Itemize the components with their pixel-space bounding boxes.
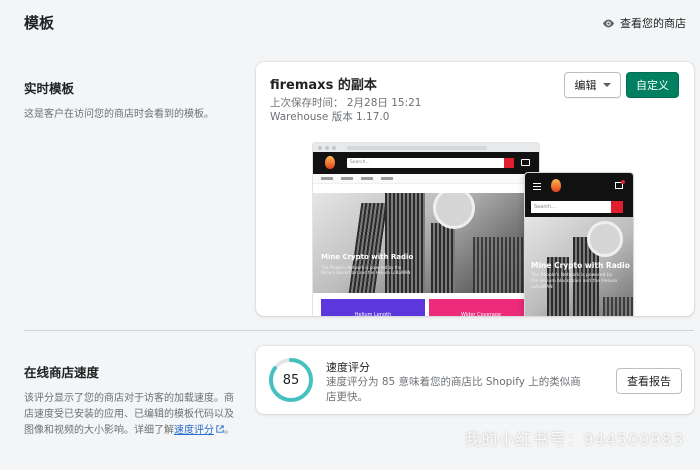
mobile-hero: Mine Crypto with Radio The People's Netw… xyxy=(525,217,633,316)
live-theme-desc: 这是客户在访问您的商店时会看到的模板。 xyxy=(24,109,214,120)
theme-version: Warehouse 版本 1.17.0 xyxy=(270,111,390,123)
page-title: 模板 xyxy=(24,14,55,32)
section-divider xyxy=(24,330,694,331)
edit-button-label: 编辑 xyxy=(574,79,597,92)
desktop-nav xyxy=(313,174,539,184)
view-store-link[interactable]: 查看您的商店 xyxy=(602,15,686,31)
desktop-preview: Search... Mine Crypto with Radio The Peo… xyxy=(312,142,540,316)
speed-score-text: 速度评分为 85 意味着您的商店比 Shopify 上的类似商店更快。 xyxy=(326,376,581,403)
edit-button[interactable]: 编辑 xyxy=(564,72,621,98)
theme-name: firemaxs 的副本 xyxy=(270,78,377,93)
mobile-hero-sub: The People's Network is powered by the H… xyxy=(531,273,618,290)
desktop-hero: Mine Crypto with Radio The People's Netw… xyxy=(313,193,539,293)
mobile-logo-icon xyxy=(551,179,561,192)
view-store-label: 查看您的商店 xyxy=(620,17,686,30)
watermark: 我的小红书号：944500983 xyxy=(464,430,684,449)
menu-icon xyxy=(533,183,541,184)
mobile-search-icon xyxy=(611,201,623,213)
live-theme-card: firemaxs 的副本 上次保存时间： 2月28日 15:21 Warehou… xyxy=(256,62,694,316)
desktop-store-header: Search... xyxy=(313,152,539,174)
desktop-hero-title: Mine Crypto with Radio xyxy=(321,253,414,261)
desktop-search: Search... xyxy=(347,158,507,168)
desktop-tile-1: Helium Length xyxy=(321,299,425,316)
speed-section-title: 在线商店速度 xyxy=(24,365,100,380)
speed-card: 85 速度评分 速度评分为 85 意味着您的商店比 Shopify 上的类似商店… xyxy=(256,346,694,414)
mobile-hero-title: Mine Crypto with Radio xyxy=(531,261,630,270)
speed-score-label: 速度评分 xyxy=(326,361,370,374)
eye-icon xyxy=(602,19,615,27)
desktop-search-icon xyxy=(504,158,514,168)
caret-down-icon xyxy=(602,83,611,87)
cart-icon xyxy=(521,159,530,166)
store-logo-icon xyxy=(325,156,335,169)
mobile-search: Search... xyxy=(531,201,611,213)
theme-last-saved: 上次保存时间： 2月28日 15:21 xyxy=(270,97,422,109)
mobile-preview: Search... Mine Crypto with Radio The Peo… xyxy=(524,172,634,316)
browser-bar xyxy=(313,143,539,152)
external-link-icon xyxy=(216,423,224,439)
customize-button[interactable]: 自定义 xyxy=(626,72,679,98)
view-report-button[interactable]: 查看报告 xyxy=(616,368,682,394)
live-theme-title: 实时模板 xyxy=(24,81,75,96)
live-theme-info: 实时模板 这是客户在访问您的商店时会看到的模板。 xyxy=(24,78,234,123)
theme-preview: Search... Mine Crypto with Radio The Peo… xyxy=(312,142,634,316)
speed-score-link[interactable]: 速度评分 xyxy=(174,425,214,436)
speed-info: 在线商店速度 该评分显示了您的商店对于访客的加载速度。商店速度受已安装的应用、已… xyxy=(24,362,234,439)
mobile-store-header xyxy=(525,173,633,199)
desktop-tile-2: Wider Coverage xyxy=(429,299,533,316)
desktop-hero-sub: The People's Network is powered by the H… xyxy=(321,265,411,275)
speed-section-desc: 该评分显示了您的商店对于访客的加载速度。商店速度受已安装的应用、已编辑的模板代码… xyxy=(24,391,234,439)
speed-score-value: 85 xyxy=(282,372,300,388)
